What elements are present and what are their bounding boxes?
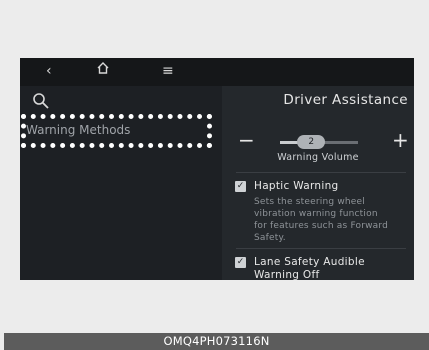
lane-safety-audible-warning-off-checkbox[interactable]: ✓ xyxy=(235,257,246,268)
volume-control: − 2 + Warning Volume xyxy=(222,130,414,170)
description-line: vibration warning function xyxy=(254,209,378,219)
volume-slider-thumb[interactable]: 2 xyxy=(297,135,326,149)
haptic-warning-description: Sets the steering wheel vibration warnin… xyxy=(254,196,414,244)
label-line: Warning Off xyxy=(254,269,320,280)
description-line: Safety. xyxy=(254,233,286,243)
top-bar: ‹ ≡ xyxy=(20,58,414,86)
image-caption: OMQ4PH073116N xyxy=(4,333,429,350)
sidebar: Warning Methods xyxy=(20,86,216,280)
page-title: Driver Assistance xyxy=(283,92,408,108)
infotainment-screen: ‹ ≡ Warning Methods Driver Assistance − … xyxy=(20,58,414,280)
divider xyxy=(236,172,406,173)
menu-icon[interactable]: ≡ xyxy=(162,62,174,80)
sidebar-item-label: Warning Methods xyxy=(26,123,131,137)
lane-safety-audible-warning-off-label: Lane Safety Audible Warning Off xyxy=(254,256,365,280)
chevron-left-icon[interactable]: ‹ xyxy=(46,62,52,80)
search-icon[interactable] xyxy=(32,92,50,110)
divider xyxy=(236,248,406,249)
volume-label: Warning Volume xyxy=(277,152,359,163)
description-line: Sets the steering wheel xyxy=(254,197,365,207)
haptic-warning-label: Haptic Warning xyxy=(254,180,339,192)
label-line: Lane Safety Audible xyxy=(254,256,365,268)
home-icon[interactable] xyxy=(96,61,110,80)
settings-panel: Driver Assistance − 2 + Warning Volume ✓… xyxy=(222,86,414,280)
description-line: for features such as Forward xyxy=(254,221,389,231)
sidebar-item-warning-methods[interactable]: Warning Methods xyxy=(20,118,216,142)
volume-decrease-button[interactable]: − xyxy=(238,130,255,150)
volume-increase-button[interactable]: + xyxy=(392,130,409,150)
haptic-warning-checkbox[interactable]: ✓ xyxy=(235,181,246,192)
